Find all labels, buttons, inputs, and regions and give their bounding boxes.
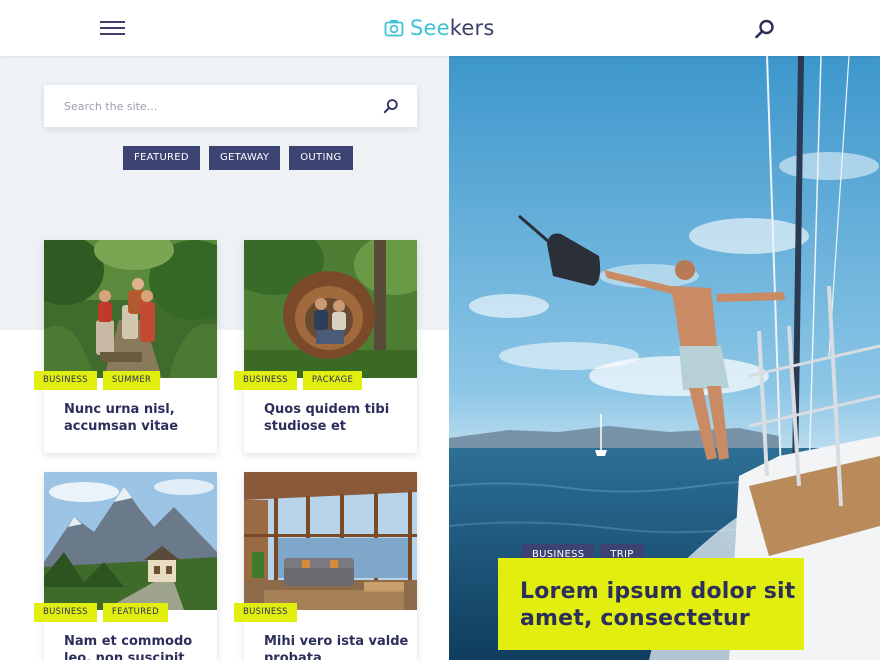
card-badges: BUSINESS (234, 603, 297, 622)
site-search-box (44, 85, 417, 127)
sunroom-interior-photo (244, 472, 417, 610)
card-badges: BUSINESS SUMMER (34, 371, 161, 390)
card-badges: BUSINESS PACKAGE (234, 371, 363, 390)
search-submit-icon[interactable] (383, 98, 399, 114)
mountain-chalet-photo (44, 472, 217, 610)
category-badge[interactable]: BUSINESS (234, 371, 297, 390)
camera-icon (384, 20, 404, 37)
tag-outing[interactable]: OUTING (289, 146, 353, 170)
category-badge[interactable]: BUSINESS (34, 603, 97, 622)
tag-getaway[interactable]: GETAWAY (208, 146, 281, 170)
nest-couple-photo (244, 240, 417, 378)
hero-title-box[interactable]: Lorem ipsum dolor sit amet, consectetur (498, 558, 804, 650)
article-listing-panel: FEATURED GETAWAY OUTING (0, 56, 449, 660)
card-title[interactable]: Mihi vero ista valde probata (264, 633, 409, 660)
site-name-accent: See (410, 16, 450, 40)
card-title[interactable]: Nam et commodo leo, non suscipit (64, 633, 209, 660)
site-name: Seekers (410, 16, 495, 40)
card-title[interactable]: Nunc urna nisl, accumsan vitae (64, 401, 209, 435)
tag-featured[interactable]: FEATURED (123, 146, 200, 170)
hamburger-menu-icon[interactable] (100, 19, 125, 37)
category-badge[interactable]: FEATURED (102, 603, 168, 622)
card-title[interactable]: Quos quidem tibi studiose et (264, 401, 409, 435)
site-search-input[interactable] (44, 85, 374, 127)
article-card[interactable]: BUSINESS SUMMER Nunc urna nisl, accumsan… (34, 240, 217, 453)
jungle-trekkers-photo (44, 240, 217, 378)
category-badge[interactable]: BUSINESS (234, 603, 297, 622)
site-name-rest: kers (449, 16, 495, 40)
category-badge[interactable]: SUMMER (102, 371, 161, 390)
site-logo[interactable]: Seekers (384, 12, 495, 44)
article-card[interactable]: BUSINESS PACKAGE Quos quidem tibi studio… (234, 240, 417, 453)
category-badge[interactable]: BUSINESS (34, 371, 97, 390)
card-badges: BUSINESS FEATURED (34, 603, 168, 622)
hero-title[interactable]: Lorem ipsum dolor sit amet, consectetur (520, 578, 800, 632)
article-card[interactable]: BUSINESS FEATURED Nam et commodo leo, no… (34, 472, 217, 660)
search-icon[interactable] (754, 18, 776, 40)
article-card[interactable]: BUSINESS Mihi vero ista valde probata (234, 472, 417, 660)
featured-hero[interactable]: BUSINESS TRIP Lorem ipsum dolor sit amet… (449, 56, 880, 660)
filter-tags: FEATURED GETAWAY OUTING (123, 146, 353, 170)
top-navigation-bar: Seekers (0, 0, 880, 56)
category-badge[interactable]: PACKAGE (302, 371, 363, 390)
